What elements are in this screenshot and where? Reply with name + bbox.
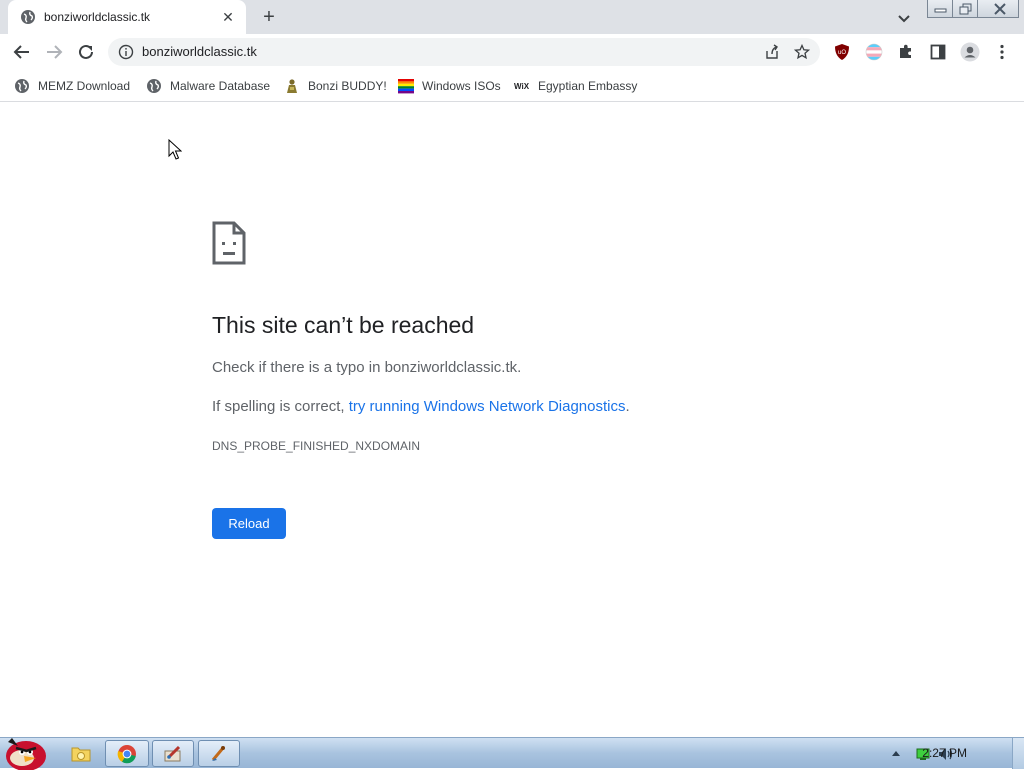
error-title: This site can’t be reached [212,312,475,338]
side-panel-button[interactable] [926,40,950,64]
forward-button[interactable] [42,40,66,64]
bookmark-star-icon[interactable] [794,44,810,60]
brush-app-icon [211,745,225,761]
bookmark-malware-database[interactable]: Malware Database [146,76,270,96]
error-suggestion-diagnostics: If spelling is correct, try running Wind… [212,398,630,415]
share-icon[interactable] [764,44,780,60]
tab-close-icon[interactable]: ✕ [220,9,236,25]
error-suggestion-prefix: If spelling is correct, [212,398,349,415]
address-bar[interactable]: bonziworldclassic.tk [108,38,820,66]
bookmark-label: Windows ISOs [422,79,501,93]
tab-active[interactable]: bonziworldclassic.tk ✕ [8,0,246,34]
start-button-angry-bird-icon[interactable] [0,732,54,770]
taskbar-app-brush[interactable] [198,740,240,767]
paint-app-icon [164,745,181,761]
network-diagnostics-link[interactable]: try running Windows Network Diagnostics [349,398,626,415]
bookmark-windows-isos[interactable]: Windows ISOs [398,76,501,96]
globe-icon [15,79,29,93]
tab-strip: bonziworldclassic.tk ✕ + [0,0,1024,34]
extension-button[interactable] [862,40,886,64]
arrow-right-icon [47,45,63,59]
taskbar-explorer[interactable] [66,740,96,767]
ublock-extension-button[interactable]: uO [830,40,854,64]
maximize-button[interactable] [952,0,978,18]
reload-button[interactable] [74,40,98,64]
minimize-icon [934,8,947,13]
info-icon[interactable] [118,44,134,60]
arrow-left-icon [13,45,29,59]
bookmark-label: MEMZ Download [38,79,131,93]
bookmark-memz-download[interactable]: MEMZ Download [14,76,130,96]
close-icon [994,3,1006,15]
bookmark-bonzi-buddy[interactable]: Bonzi BUDDY! [284,76,387,96]
folder-icon [71,747,91,761]
globe-icon [21,10,35,24]
side-panel-icon [930,44,946,60]
sad-page-icon [212,221,246,265]
refresh-icon [79,44,93,59]
trans-flag-icon [865,43,883,61]
menu-button[interactable] [990,40,1014,64]
taskbar-clock[interactable]: 2:27 PM [922,746,967,760]
reload-page-button[interactable]: Reload [212,508,286,539]
error-suggestion-suffix: . [625,398,630,415]
restore-icon [959,3,972,15]
globe-icon [147,79,161,93]
mouse-cursor-icon [168,139,182,160]
show-desktop-button[interactable] [1012,738,1024,769]
profile-button[interactable] [958,40,982,64]
taskbar-app-paint[interactable] [152,740,194,767]
avatar-icon [960,42,980,62]
bookmark-label: Malware Database [170,79,271,93]
bookmark-egyptian-embassy[interactable]: WiX Egyptian Embassy [514,76,637,96]
svg-text:uO: uO [838,50,846,56]
minimize-button[interactable] [927,0,953,18]
windows-flag-icon [398,79,414,94]
bookmark-label: Egyptian Embassy [538,79,638,93]
back-button[interactable] [10,40,34,64]
tray-expand-icon[interactable] [892,750,900,756]
svg-text:WiX: WiX [514,82,530,91]
address-bar-url[interactable]: bonziworldclassic.tk [142,38,257,66]
new-tab-button[interactable]: + [258,7,280,29]
taskbar-chrome[interactable] [105,740,149,767]
tab-search-chevron-icon[interactable] [894,8,914,28]
tab-title: bonziworldclassic.tk [44,10,151,24]
chrome-icon [117,744,136,763]
error-suggestion-typo: Check if there is a typo in bonziworldcl… [212,359,522,376]
bonzi-icon [287,79,297,93]
wix-icon: WiX [514,82,530,91]
bookmark-label: Bonzi BUDDY! [308,79,387,93]
extensions-button[interactable] [894,40,918,64]
toolbar: bonziworldclassic.tk uO [0,34,1024,70]
ublock-origin-icon: uO [835,44,849,60]
page-content: This site can’t be reached Check if ther… [0,103,1024,737]
close-window-button[interactable] [977,0,1019,18]
puzzle-icon [900,44,911,58]
taskbar: 2:27 PM [0,737,1024,770]
bookmarks-bar: MEMZ Download Malware Database Bonzi BUD… [0,70,1024,102]
error-code: DNS_PROBE_FINISHED_NXDOMAIN [212,439,421,453]
kebab-menu-icon [1000,44,1004,60]
